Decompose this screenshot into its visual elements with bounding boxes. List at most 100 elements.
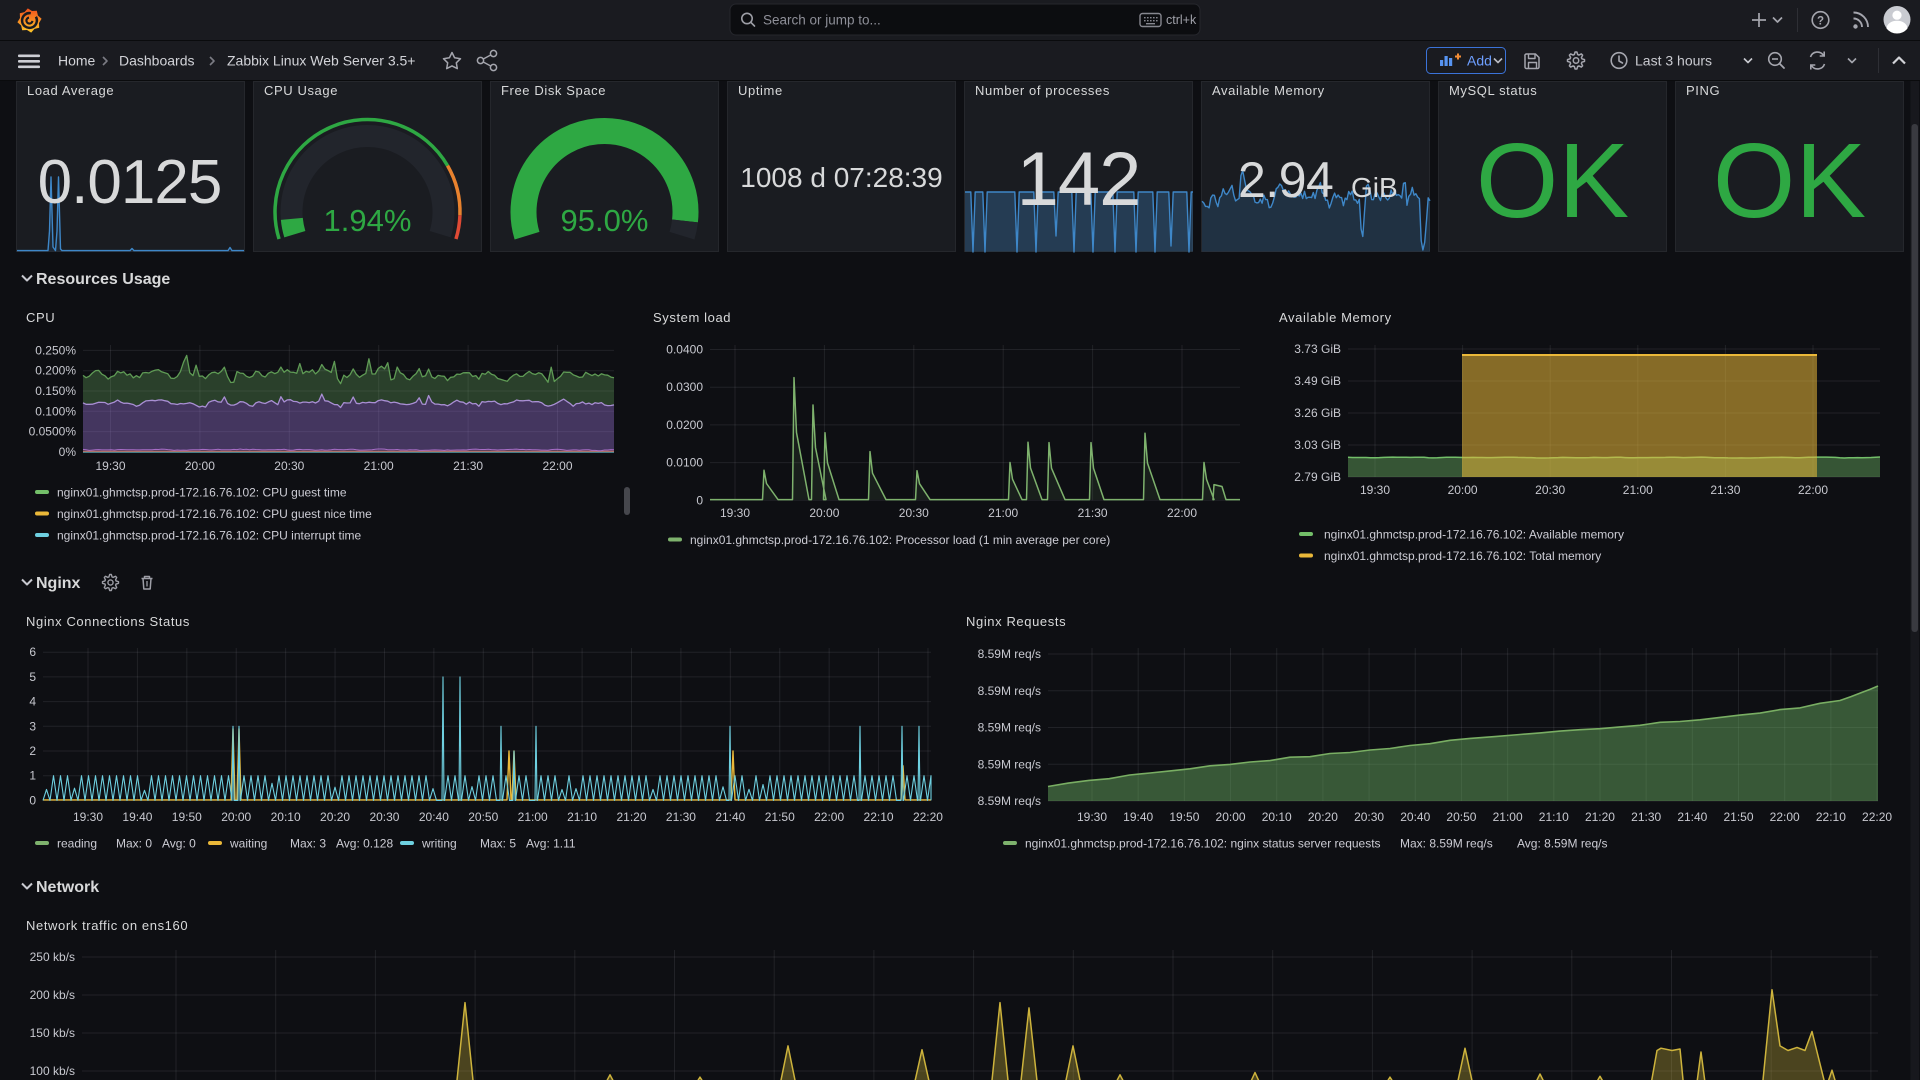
svg-text:22:00: 22:00: [542, 459, 572, 473]
svg-text:6: 6: [29, 645, 36, 659]
svg-text:Avg: 0.128: Avg: 0.128: [336, 837, 393, 851]
svg-text:95.0%: 95.0%: [561, 203, 649, 238]
svg-text:19:30: 19:30: [1360, 483, 1390, 497]
svg-text:1: 1: [29, 769, 36, 783]
svg-text:21:00: 21:00: [1623, 483, 1653, 497]
svg-text:200 kb/s: 200 kb/s: [30, 988, 75, 1002]
svg-text:0.0300: 0.0300: [666, 380, 703, 394]
svg-text:CPU: CPU: [26, 310, 55, 325]
svg-text:waiting: waiting: [229, 837, 267, 851]
svg-text:0.0500%: 0.0500%: [29, 425, 77, 439]
svg-text:Max: 8.59M req/s: Max: 8.59M req/s: [1400, 837, 1493, 851]
svg-text:Home: Home: [58, 53, 96, 69]
svg-text:MySQL status: MySQL status: [1449, 83, 1537, 98]
svg-text:nginx01.ghmctsp.prod-172.16.76: nginx01.ghmctsp.prod-172.16.76.102: Avai…: [1324, 528, 1624, 542]
svg-text:Max: 3: Max: 3: [290, 837, 326, 851]
svg-text:20:20: 20:20: [320, 810, 350, 824]
svg-text:nginx01.ghmctsp.prod-172.16.76: nginx01.ghmctsp.prod-172.16.76.102: CPU …: [57, 486, 347, 500]
svg-text:0.100%: 0.100%: [35, 404, 76, 418]
svg-text:20:40: 20:40: [419, 810, 449, 824]
svg-text:21:10: 21:10: [1539, 810, 1569, 824]
svg-text:20:00: 20:00: [809, 506, 839, 520]
svg-text:19:40: 19:40: [1123, 810, 1153, 824]
svg-text:21:30: 21:30: [453, 459, 483, 473]
svg-text:Nginx: Nginx: [36, 575, 81, 592]
svg-text:GiB: GiB: [1351, 172, 1398, 203]
svg-text:3: 3: [29, 719, 36, 733]
svg-text:8.59M req/s: 8.59M req/s: [978, 721, 1041, 735]
svg-text:Avg: 0: Avg: 0: [162, 837, 196, 851]
svg-text:0.150%: 0.150%: [35, 384, 76, 398]
svg-text:21:30: 21:30: [666, 810, 696, 824]
svg-text:2.94: 2.94: [1238, 152, 1333, 208]
svg-text:19:50: 19:50: [1169, 810, 1199, 824]
svg-text:22:20: 22:20: [913, 810, 943, 824]
svg-text:21:10: 21:10: [567, 810, 597, 824]
svg-text:19:30: 19:30: [720, 506, 750, 520]
svg-text:OK: OK: [1476, 122, 1629, 240]
svg-text:20:30: 20:30: [369, 810, 399, 824]
svg-text:20:30: 20:30: [274, 459, 304, 473]
svg-text:Search or jump to...: Search or jump to...: [763, 13, 881, 28]
svg-text:22:10: 22:10: [864, 810, 894, 824]
svg-text:21:00: 21:00: [1493, 810, 1523, 824]
svg-text:0.250%: 0.250%: [35, 343, 76, 357]
svg-text:0%: 0%: [59, 445, 77, 459]
svg-text:21:50: 21:50: [765, 810, 795, 824]
svg-text:20:00: 20:00: [1448, 483, 1478, 497]
svg-text:0: 0: [29, 793, 36, 807]
svg-text:Avg: 1.11: Avg: 1.11: [526, 837, 576, 851]
svg-text:Dashboards: Dashboards: [119, 53, 195, 69]
svg-text:19:30: 19:30: [1077, 810, 1107, 824]
svg-text:21:30: 21:30: [1078, 506, 1108, 520]
svg-text:21:20: 21:20: [1585, 810, 1615, 824]
svg-text:21:00: 21:00: [518, 810, 548, 824]
svg-text:8.59M req/s: 8.59M req/s: [978, 794, 1041, 808]
svg-text:System load: System load: [653, 310, 731, 325]
svg-text:Last 3 hours: Last 3 hours: [1635, 53, 1712, 69]
svg-text:1008 d 07:28:39: 1008 d 07:28:39: [740, 162, 942, 193]
svg-text:nginx01.ghmctsp.prod-172.16.76: nginx01.ghmctsp.prod-172.16.76.102: Tota…: [1324, 549, 1601, 563]
svg-text:19:30: 19:30: [73, 810, 103, 824]
svg-text:20:30: 20:30: [1535, 483, 1565, 497]
svg-text:20:30: 20:30: [1354, 810, 1384, 824]
svg-text:ctrl+k: ctrl+k: [1166, 13, 1197, 27]
svg-text:Nginx Connections Status: Nginx Connections Status: [26, 614, 190, 629]
svg-text:22:00: 22:00: [1798, 483, 1828, 497]
svg-text:8.59M req/s: 8.59M req/s: [978, 684, 1041, 698]
svg-text:Available Memory: Available Memory: [1212, 83, 1325, 98]
svg-text:20:40: 20:40: [1400, 810, 1430, 824]
svg-text:Avg: 8.59M req/s: Avg: 8.59M req/s: [1517, 837, 1608, 851]
svg-text:21:40: 21:40: [715, 810, 745, 824]
svg-text:21:00: 21:00: [988, 506, 1018, 520]
svg-text:Max: 0: Max: 0: [116, 837, 152, 851]
svg-text:20:00: 20:00: [1216, 810, 1246, 824]
svg-text:20:10: 20:10: [271, 810, 301, 824]
svg-text:0: 0: [696, 493, 703, 507]
svg-text:PING: PING: [1686, 83, 1720, 98]
svg-text:8.59M req/s: 8.59M req/s: [978, 647, 1041, 661]
svg-text:22:10: 22:10: [1816, 810, 1846, 824]
svg-text:20:00: 20:00: [185, 459, 215, 473]
svg-text:nginx01.ghmctsp.prod-172.16.76: nginx01.ghmctsp.prod-172.16.76.102: ngin…: [1025, 837, 1381, 851]
svg-text:22:20: 22:20: [1862, 810, 1892, 824]
svg-text:22:00: 22:00: [1770, 810, 1800, 824]
svg-text:0.0200: 0.0200: [666, 418, 703, 432]
svg-text:OK: OK: [1713, 122, 1866, 240]
svg-text:0.200%: 0.200%: [35, 364, 76, 378]
svg-text:nginx01.ghmctsp.prod-172.16.76: nginx01.ghmctsp.prod-172.16.76.102: CPU …: [57, 529, 361, 543]
svg-text:20:30: 20:30: [899, 506, 929, 520]
svg-text:3.49 GiB: 3.49 GiB: [1294, 374, 1341, 388]
svg-text:19:30: 19:30: [95, 459, 125, 473]
svg-text:100 kb/s: 100 kb/s: [30, 1064, 75, 1078]
svg-text:0.0400: 0.0400: [666, 343, 703, 357]
svg-text:3.03 GiB: 3.03 GiB: [1294, 438, 1341, 452]
svg-text:2: 2: [29, 744, 36, 758]
svg-text:20:50: 20:50: [1446, 810, 1476, 824]
svg-text:Number of processes: Number of processes: [975, 83, 1110, 98]
svg-text:Network traffic on ens160: Network traffic on ens160: [26, 918, 188, 933]
svg-text:0.0125: 0.0125: [38, 148, 222, 217]
svg-text:1.94%: 1.94%: [324, 203, 412, 238]
svg-text:writing: writing: [421, 837, 457, 851]
svg-text:Max: 5: Max: 5: [480, 837, 516, 851]
